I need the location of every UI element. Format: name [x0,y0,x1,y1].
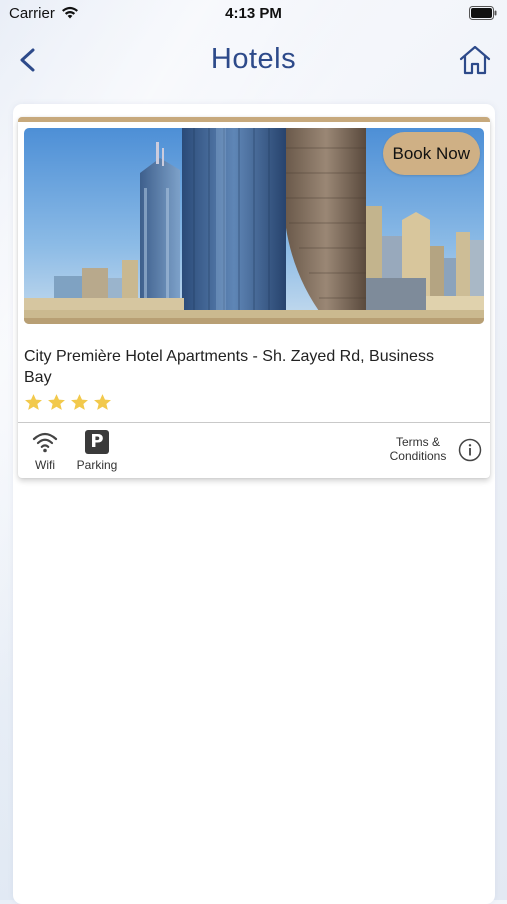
hotel-list: Book Now City Première Hotel Apartments … [13,104,495,904]
amenity-label: Parking [76,458,118,472]
star-icon [71,394,88,410]
hotel-card[interactable]: Book Now City Première Hotel Apartments … [18,117,490,478]
star-rating [24,393,112,415]
nav-bar: Hotels [0,28,507,92]
battery-icon [469,6,497,20]
hotel-photo[interactable]: Book Now [24,128,484,324]
info-button[interactable] [458,438,482,462]
star-icon [94,394,111,410]
page-title: Hotels [210,43,297,75]
book-now-button[interactable]: Book Now [382,132,480,175]
clock: 4:13 PM [225,5,282,22]
amenity-parking: P Parking [74,429,120,472]
star-icon [25,394,42,410]
parking-icon: P [85,430,109,454]
terms-and-conditions-link[interactable]: Terms & Conditions [383,435,453,463]
wifi-icon [32,432,58,453]
card-divider [18,422,490,423]
home-button[interactable] [457,42,493,78]
hotel-name[interactable]: City Première Hotel Apartments - Sh. Zay… [24,346,464,388]
info-icon [458,438,482,462]
amenity-label: Wifi [35,458,55,472]
status-bar: Carrier 4:13 PM [0,0,507,28]
star-icon [48,394,65,410]
home-icon [459,45,491,75]
amenity-wifi: Wifi [28,429,62,472]
